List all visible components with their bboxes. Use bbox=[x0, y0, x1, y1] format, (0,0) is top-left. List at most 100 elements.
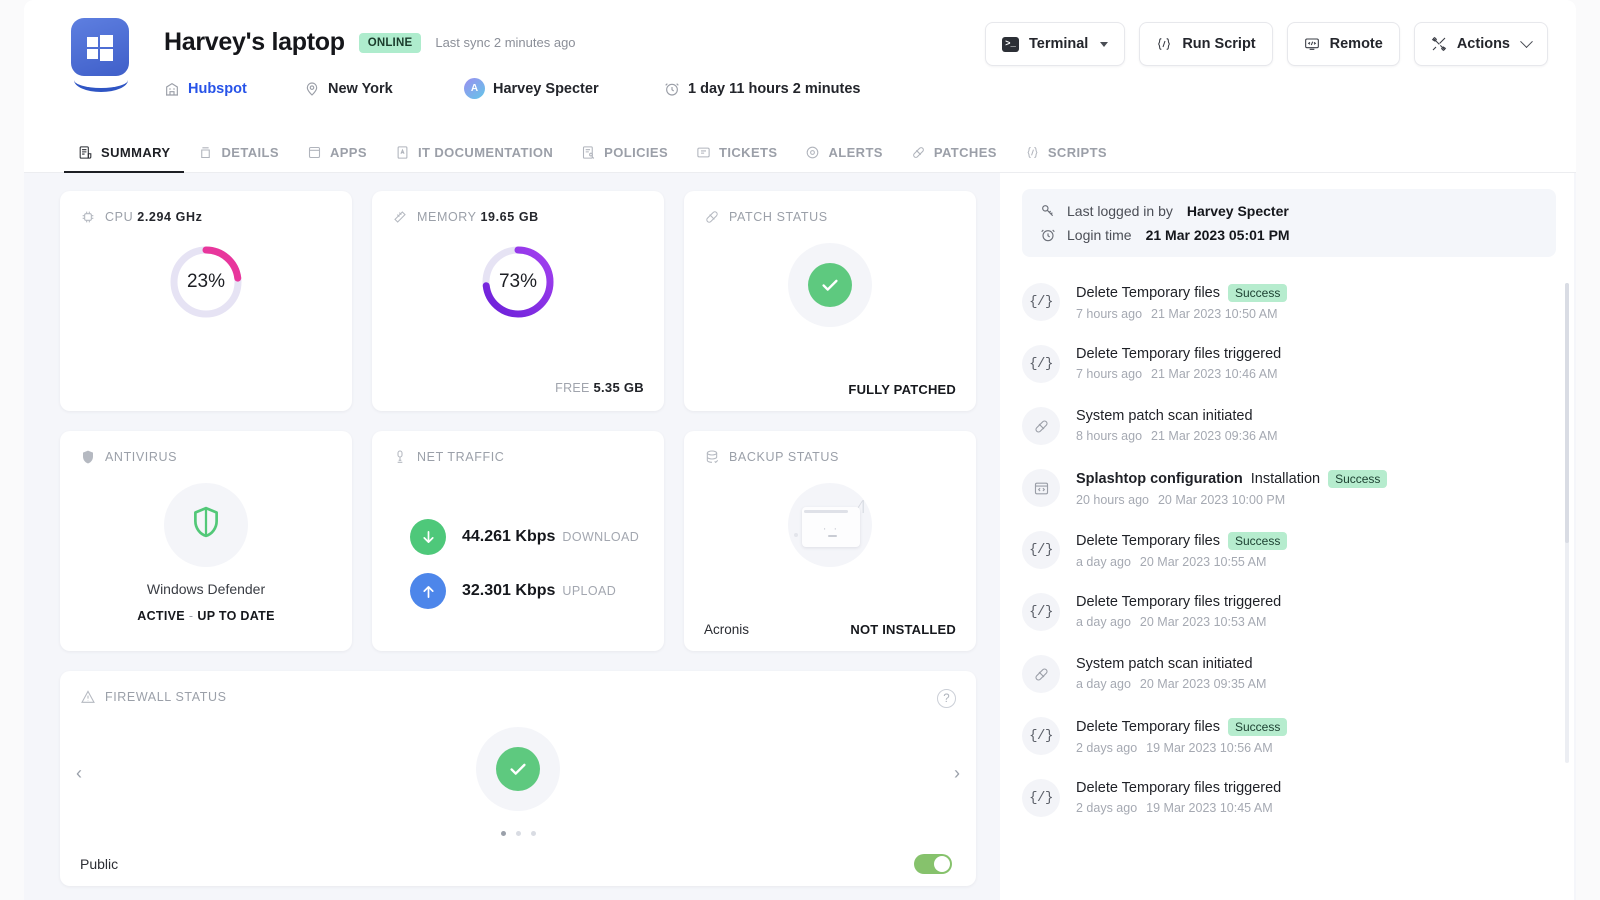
tab-summary[interactable]: SUMMARY bbox=[64, 145, 184, 172]
activity-datetime: 21 Mar 2023 10:50 AM bbox=[1151, 307, 1277, 321]
download-arrow-icon bbox=[410, 519, 446, 555]
terminal-button[interactable]: >_ Terminal bbox=[985, 22, 1125, 66]
antivirus-illustration bbox=[164, 483, 248, 567]
memory-percent-value: 73% bbox=[479, 243, 557, 321]
check-circle-icon bbox=[496, 747, 540, 791]
activity-text: Delete Temporary files triggered7 hours … bbox=[1076, 345, 1281, 381]
meta-organization[interactable]: Hubspot bbox=[164, 81, 304, 97]
memory-card: MEMORY 19.65 GB 73% FREE 5.35 GB bbox=[372, 191, 664, 411]
carousel-dot[interactable] bbox=[516, 831, 521, 836]
activity-feed[interactable]: {/} Delete Temporary filesSuccess 7 hours … bbox=[1022, 275, 1556, 875]
activity-item[interactable]: {/}Delete Temporary files triggered7 hou… bbox=[1022, 337, 1556, 399]
tab-it-documentation-label: IT DOCUMENTATION bbox=[418, 145, 553, 160]
remote-button[interactable]: Remote bbox=[1287, 22, 1400, 66]
chevron-down-icon bbox=[1100, 42, 1108, 47]
status-badge: Success bbox=[1228, 532, 1287, 550]
activity-item[interactable]: {/}Delete Temporary files triggered2 day… bbox=[1022, 771, 1556, 833]
tab-bar: SUMMARY DETAILS APPS IT DOCUMENTATION PO… bbox=[24, 128, 1576, 173]
antivirus-card: ANTIVIRUS Windows Defender ACTIVE-UP TO … bbox=[60, 431, 352, 651]
login-time-value: 21 Mar 2023 05:01 PM bbox=[1146, 227, 1290, 243]
activity-item[interactable]: System patch scan initiated8 hours ago21… bbox=[1022, 399, 1556, 461]
net-traffic-rows: 44.261 KbpsDOWNLOAD 32.301 KbpsUPLOAD bbox=[410, 519, 639, 609]
login-time-row: Login time 21 Mar 2023 05:01 PM bbox=[1040, 227, 1538, 243]
activity-scrollbar-track[interactable] bbox=[1565, 283, 1569, 763]
building-icon bbox=[164, 81, 180, 97]
tab-apps-label: APPS bbox=[330, 145, 367, 160]
windows-logo-icon bbox=[71, 18, 129, 76]
page-header: Harvey's laptop ONLINE Last sync 2 minut… bbox=[24, 0, 1576, 128]
memory-icon bbox=[392, 209, 408, 225]
net-traffic-card: NET TRAFFIC 44.261 KbpsDOWNLOAD 32.301 K… bbox=[372, 431, 664, 651]
activity-datetime: 20 Mar 2023 10:00 PM bbox=[1158, 493, 1285, 507]
firewall-toggle[interactable] bbox=[914, 854, 952, 874]
antivirus-card-title: ANTIVIRUS bbox=[105, 450, 177, 464]
document-icon bbox=[395, 145, 410, 160]
terminal-icon: >_ bbox=[1002, 37, 1019, 52]
remote-button-label: Remote bbox=[1330, 36, 1383, 52]
meta-uptime: 1 day 11 hours 2 minutes bbox=[664, 81, 860, 97]
status-badge: Success bbox=[1328, 470, 1387, 488]
firewall-card-title: FIREWALL STATUS bbox=[105, 690, 227, 704]
activity-item[interactable]: Splashtop configurationInstallationSucce… bbox=[1022, 461, 1556, 523]
activity-scrollbar-thumb[interactable] bbox=[1565, 283, 1569, 543]
tab-summary-label: SUMMARY bbox=[101, 145, 170, 160]
activity-meta: a day ago20 Mar 2023 09:35 AM bbox=[1076, 677, 1266, 691]
help-icon[interactable]: ? bbox=[937, 689, 956, 708]
tab-details[interactable]: DETAILS bbox=[184, 145, 292, 172]
activity-icon bbox=[1022, 469, 1060, 507]
activity-item[interactable]: System patch scan initiated a day ago20 M… bbox=[1022, 647, 1556, 709]
terminal-button-label: Terminal bbox=[1029, 36, 1088, 52]
activity-relative-time: 2 days ago bbox=[1076, 801, 1137, 815]
activity-item[interactable]: {/}Delete Temporary filesSuccess2 days a… bbox=[1022, 709, 1556, 771]
activity-pane: Last logged in by Harvey Specter Login t… bbox=[1000, 173, 1574, 900]
shield-icon bbox=[80, 449, 96, 465]
activity-item[interactable]: {/}Delete Temporary filesSuccess7 hours … bbox=[1022, 275, 1556, 337]
tab-tickets[interactable]: TICKETS bbox=[682, 145, 791, 172]
activity-datetime: 19 Mar 2023 10:45 AM bbox=[1146, 801, 1272, 815]
patch-icon bbox=[704, 209, 720, 225]
last-logged-in-user: Harvey Specter bbox=[1187, 203, 1289, 219]
tab-scripts[interactable]: SCRIPTS bbox=[1011, 145, 1121, 172]
activity-item[interactable]: {/}Delete Temporary filesSuccessa day ag… bbox=[1022, 523, 1556, 585]
actions-button-label: Actions bbox=[1457, 36, 1510, 52]
tab-apps[interactable]: APPS bbox=[293, 145, 381, 172]
tab-policies[interactable]: POLICIES bbox=[567, 145, 682, 172]
script-icon: {/} bbox=[1029, 604, 1053, 620]
activity-text: System patch scan initiated8 hours ago21… bbox=[1076, 407, 1278, 443]
carousel-dot[interactable] bbox=[501, 831, 506, 836]
carousel-dot[interactable] bbox=[531, 831, 536, 836]
alerts-icon bbox=[805, 145, 820, 160]
download-row: 44.261 KbpsDOWNLOAD bbox=[410, 519, 639, 555]
status-badge: Success bbox=[1228, 284, 1287, 302]
carousel-dots[interactable] bbox=[60, 831, 976, 836]
activity-icon bbox=[1022, 407, 1060, 445]
tab-it-documentation[interactable]: IT DOCUMENTATION bbox=[381, 145, 567, 172]
avatar: A bbox=[464, 78, 485, 99]
activity-meta: 2 days ago 19 Mar 2023 10:45 AM bbox=[1076, 801, 1281, 815]
patch-status-illustration bbox=[788, 243, 872, 327]
header-actions: >_ Terminal Run Script Remote Actions bbox=[985, 22, 1548, 66]
activity-title: System patch scan initiated bbox=[1076, 656, 1266, 672]
device-detail-page: Harvey's laptop ONLINE Last sync 2 minut… bbox=[24, 0, 1576, 900]
tab-alerts[interactable]: ALERTS bbox=[791, 145, 896, 172]
activity-item[interactable]: {/}Delete Temporary files triggereda day… bbox=[1022, 585, 1556, 647]
software-window-icon bbox=[1033, 480, 1049, 496]
cpu-gauge: 23% bbox=[167, 243, 245, 321]
activity-title: Delete Temporary filesSuccess bbox=[1076, 718, 1287, 736]
shield-green-icon bbox=[189, 504, 223, 547]
activity-datetime: 20 Mar 2023 10:55 AM bbox=[1140, 555, 1266, 569]
activity-icon: {/} bbox=[1022, 593, 1060, 631]
activity-meta: 7 hours ago21 Mar 2023 10:46 AM bbox=[1076, 367, 1281, 381]
activity-datetime: 21 Mar 2023 10:46 AM bbox=[1151, 367, 1277, 381]
tab-scripts-label: SCRIPTS bbox=[1048, 145, 1107, 160]
actions-button[interactable]: Actions bbox=[1414, 22, 1548, 66]
activity-icon: {/} bbox=[1022, 779, 1060, 817]
network-icon bbox=[392, 449, 408, 465]
activity-title: System patch scan initiated bbox=[1076, 408, 1278, 424]
last-logged-in-label: Last logged in by bbox=[1067, 203, 1173, 219]
activity-relative-time: 7 hours ago bbox=[1076, 307, 1142, 321]
tools-icon bbox=[1431, 36, 1447, 52]
run-script-button[interactable]: Run Script bbox=[1139, 22, 1272, 66]
tab-patches[interactable]: PATCHES bbox=[897, 145, 1011, 172]
firewall-profile-name: Public bbox=[80, 856, 118, 872]
